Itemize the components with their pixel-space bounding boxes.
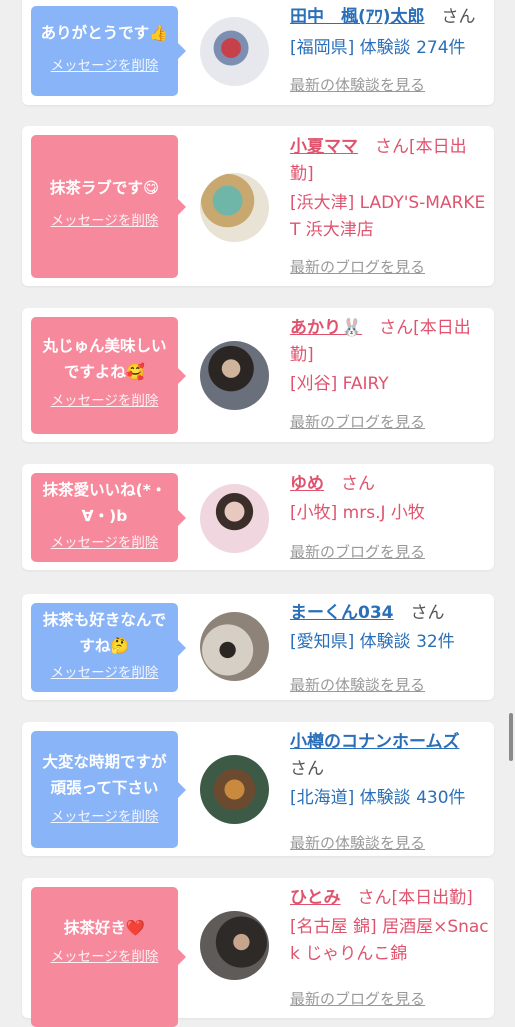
avatar[interactable] (200, 484, 269, 553)
message-text: 抹茶愛いいね(*・∀・)b (42, 481, 167, 525)
message-text: 抹茶ラブです😋 (49, 179, 160, 197)
delete-message-link[interactable]: メッセージを削除 (37, 945, 172, 965)
user-info: ひとみ さん[本日出勤] [名古屋 錦] 居酒屋×Snack じゃりんこ錦 最新… (290, 885, 490, 1008)
message-card: 抹茶好き❤️ メッセージを削除 ひとみ さん[本日出勤] [名古屋 錦] 居酒屋… (22, 878, 494, 1027)
message-text: 抹茶も好きなんですね🤔 (42, 611, 167, 655)
name-suffix: さん (290, 759, 324, 779)
message-card: 抹茶ラブです😋 メッセージを削除 小夏ママ さん[本日出勤] [浜大津] LAD… (22, 126, 494, 286)
message-bubble: 抹茶愛いいね(*・∀・)b メッセージを削除 (31, 473, 186, 562)
user-info: 小夏ママ さん[本日出勤] [浜大津] LADY'S-MARKET 浜大津店 最… (290, 134, 490, 276)
user-info: あかり🐰 さん[本日出勤] [刈谷] FAIRY 最新のブログを見る (290, 315, 490, 431)
user-name-link[interactable]: あかり🐰 (290, 318, 362, 338)
latest-post-link[interactable]: 最新のブログを見る (290, 411, 425, 432)
latest-post-link[interactable]: 最新のブログを見る (290, 541, 425, 562)
message-bubble: 丸じゅん美味しいですよね🥰 メッセージを削除 (31, 317, 186, 434)
user-detail: [愛知県] 体験談 32件 (290, 632, 455, 652)
user-name-link[interactable]: 小夏ママ (290, 137, 358, 157)
message-text: ありがとうです👍 (40, 24, 169, 42)
name-suffix: さん (441, 7, 476, 27)
message-text: 大変な時期ですが頑張って下さい (42, 753, 167, 797)
message-bubble: 抹茶好き❤️ メッセージを削除 (31, 887, 186, 1027)
name-suffix: さん[本日出勤] (357, 888, 473, 908)
delete-message-link[interactable]: メッセージを削除 (37, 531, 172, 551)
message-card: ありがとうです👍 メッセージを削除 田中 楓(ｱﾜ)太郎 さん [福岡県] 体験… (22, 0, 494, 105)
delete-message-link[interactable]: メッセージを削除 (37, 209, 172, 229)
delete-message-link[interactable]: メッセージを削除 (37, 661, 172, 681)
message-text: 抹茶好き❤️ (63, 919, 146, 937)
user-name-link[interactable]: ひとみ (290, 888, 341, 908)
name-suffix: さん (410, 603, 445, 623)
avatar[interactable] (200, 755, 269, 824)
user-detail: [小牧] mrs.J 小牧 (290, 503, 425, 523)
avatar[interactable] (200, 173, 269, 242)
latest-post-link[interactable]: 最新の体験談を見る (290, 832, 425, 853)
user-detail: [福岡県] 体験談 274件 (290, 38, 466, 58)
latest-post-link[interactable]: 最新のブログを見る (290, 988, 425, 1009)
avatar[interactable] (200, 911, 269, 980)
name-suffix: さん (341, 474, 375, 494)
user-name-link[interactable]: ゆめ (290, 474, 324, 494)
user-info: 田中 楓(ｱﾜ)太郎 さん [福岡県] 体験談 274件 最新の体験談を見る (290, 4, 490, 94)
message-bubble: 大変な時期ですが頑張って下さい メッセージを削除 (31, 731, 186, 848)
user-detail: [浜大津] LADY'S-MARKET 浜大津店 (290, 193, 486, 240)
avatar[interactable] (200, 612, 269, 681)
avatar[interactable] (200, 341, 269, 410)
delete-message-link[interactable]: メッセージを削除 (37, 805, 172, 825)
user-info: まーくん034 さん [愛知県] 体験談 32件 最新の体験談を見る (290, 600, 490, 694)
user-name-link[interactable]: まーくん034 (290, 603, 394, 623)
user-name-link[interactable]: 田中 楓(ｱﾜ)太郎 (290, 7, 425, 27)
message-card: 大変な時期ですが頑張って下さい メッセージを削除 小樽のコナンホームズ さん [… (22, 722, 494, 856)
latest-post-link[interactable]: 最新のブログを見る (290, 256, 425, 277)
message-card: 抹茶愛いいね(*・∀・)b メッセージを削除 ゆめ さん [小牧] mrs.J … (22, 464, 494, 570)
user-detail: [刈谷] FAIRY (290, 374, 389, 394)
delete-message-link[interactable]: メッセージを削除 (37, 54, 172, 74)
latest-post-link[interactable]: 最新の体験談を見る (290, 74, 425, 95)
message-bubble: 抹茶も好きなんですね🤔 メッセージを削除 (31, 603, 186, 692)
message-card: 丸じゅん美味しいですよね🥰 メッセージを削除 あかり🐰 さん[本日出勤] [刈谷… (22, 308, 494, 442)
message-bubble: 抹茶ラブです😋 メッセージを削除 (31, 135, 186, 278)
user-info: 小樽のコナンホームズ さん [北海道] 体験談 430件 最新の体験談を見る (290, 729, 490, 852)
message-card: 抹茶も好きなんですね🤔 メッセージを削除 まーくん034 さん [愛知県] 体験… (22, 594, 494, 700)
message-feed: ありがとうです👍 メッセージを削除 田中 楓(ｱﾜ)太郎 さん [福岡県] 体験… (0, 0, 515, 1027)
latest-post-link[interactable]: 最新の体験談を見る (290, 674, 425, 695)
user-name-link[interactable]: 小樽のコナンホームズ (290, 732, 460, 752)
message-bubble: ありがとうです👍 メッセージを削除 (31, 6, 186, 96)
user-info: ゆめ さん [小牧] mrs.J 小牧 最新のブログを見る (290, 471, 490, 561)
scrollbar-thumb[interactable] (509, 713, 513, 761)
delete-message-link[interactable]: メッセージを削除 (37, 389, 172, 409)
message-text: 丸じゅん美味しいですよね🥰 (42, 337, 167, 381)
avatar[interactable] (200, 17, 269, 86)
user-detail: [名古屋 錦] 居酒屋×Snack じゃりんこ錦 (290, 917, 489, 964)
user-detail: [北海道] 体験談 430件 (290, 788, 466, 808)
